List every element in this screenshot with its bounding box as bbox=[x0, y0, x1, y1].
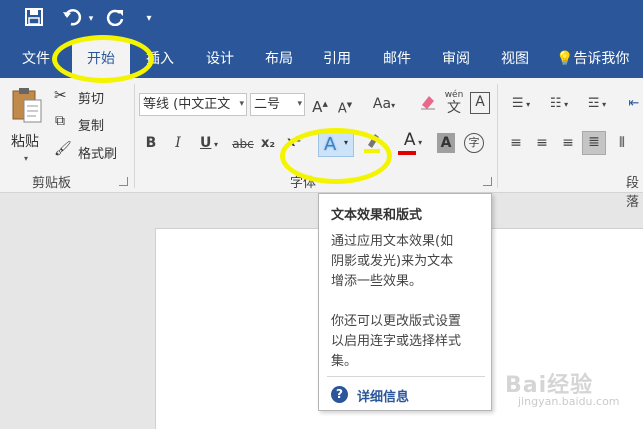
subscript-button[interactable]: x₂ bbox=[258, 134, 278, 154]
quick-access-toolbar: ▾ ▾ bbox=[0, 0, 643, 40]
font-size-select[interactable]: 二号 ▾ bbox=[250, 93, 305, 116]
phonetic-guide-label: wén bbox=[444, 90, 464, 100]
highlight-circle-text-effects bbox=[280, 128, 392, 184]
align-right-button[interactable]: ≡ bbox=[558, 133, 578, 153]
align-left-button[interactable]: ≡ bbox=[506, 133, 526, 153]
shrink-font-icon: A bbox=[337, 101, 347, 117]
underline-button[interactable]: U ▾ bbox=[194, 133, 224, 155]
phonetic-guide-button[interactable]: wén 文 bbox=[443, 90, 465, 116]
tooltip-title: 文本效果和版式 bbox=[331, 208, 423, 223]
font-name-value: 等线 (中文正文 bbox=[143, 97, 231, 112]
paragraph-group-label: 段落 bbox=[626, 176, 640, 210]
clipboard-launcher-icon[interactable] bbox=[119, 177, 128, 186]
tooltip-line: 以启用连字或选择样式 bbox=[331, 334, 462, 349]
paste-label: 粘贴 bbox=[11, 134, 39, 150]
watermark-url: jingyan.baidu.com bbox=[518, 395, 620, 408]
enclose-characters-icon: 字 bbox=[468, 136, 480, 149]
copy-label: 复制 bbox=[78, 119, 105, 134]
tooltip-line: 通过应用文本效果(如 bbox=[331, 234, 454, 249]
brush-icon: 🖌 bbox=[54, 141, 72, 157]
format-painter-button[interactable]: 🖌 格式刷 bbox=[54, 141, 132, 163]
grow-font-icon: A bbox=[312, 98, 323, 116]
cut-label: 剪切 bbox=[78, 92, 105, 107]
cut-button[interactable]: ✂ 剪切 bbox=[54, 86, 124, 108]
font-color-button[interactable]: A ▾ bbox=[396, 130, 430, 155]
scissors-icon: ✂ bbox=[54, 86, 67, 104]
distributed-button[interactable]: ⦀ bbox=[612, 133, 632, 153]
bullets-button[interactable]: ☰ ▾ bbox=[504, 94, 538, 115]
italic-button[interactable]: I bbox=[170, 133, 186, 153]
font-color-icon: A bbox=[403, 130, 416, 150]
lightbulb-icon: 💡 bbox=[556, 51, 574, 67]
separator bbox=[497, 84, 498, 188]
format-painter-label: 格式刷 bbox=[78, 147, 118, 162]
separator bbox=[134, 84, 135, 188]
tooltip-line: 集。 bbox=[331, 354, 358, 369]
tell-me-text: 告诉我你 bbox=[573, 51, 630, 67]
tab-view[interactable]: 视图 bbox=[489, 40, 541, 78]
align-center-button[interactable]: ≡ bbox=[532, 133, 552, 153]
character-border-button[interactable]: A bbox=[470, 92, 490, 114]
text-effects-tooltip: 文本效果和版式 通过应用文本效果(如 阴影或发光)来为文本 增添一些效果。 你还… bbox=[318, 193, 492, 411]
tooltip-divider bbox=[327, 376, 485, 377]
paste-dropdown-icon[interactable]: ▾ bbox=[24, 154, 28, 163]
customize-icon[interactable]: ▾ bbox=[142, 8, 156, 30]
multilevel-list-button[interactable]: ☲ ▾ bbox=[580, 94, 614, 115]
paste-icon bbox=[12, 88, 42, 123]
clipboard-group-label: 剪贴板 bbox=[32, 176, 72, 191]
justify-button[interactable]: ≣ bbox=[582, 131, 606, 155]
copy-button[interactable]: ⧉ 复制 bbox=[54, 113, 124, 135]
change-case-icon: Aa bbox=[372, 96, 392, 112]
more-info-link[interactable]: 详细信息 bbox=[357, 386, 409, 405]
tooltip-line: 增添一些效果。 bbox=[331, 274, 423, 289]
font-color-bar bbox=[398, 151, 416, 155]
font-size-value: 二号 bbox=[254, 97, 281, 112]
underline-icon: U bbox=[200, 135, 212, 151]
tab-mailings[interactable]: 邮件 bbox=[371, 40, 423, 78]
font-launcher-icon[interactable] bbox=[483, 177, 492, 186]
tab-references[interactable]: 引用 bbox=[311, 40, 363, 78]
chevron-down-icon: ▾ bbox=[239, 99, 244, 109]
decrease-indent-button[interactable]: ⇤ bbox=[625, 94, 643, 114]
save-icon[interactable] bbox=[22, 8, 46, 30]
copy-icon: ⧉ bbox=[55, 113, 65, 129]
character-shading-icon: A bbox=[440, 135, 452, 151]
character-border-icon: A bbox=[475, 94, 485, 110]
clear-formatting-icon[interactable] bbox=[418, 93, 438, 117]
strikethrough-button[interactable]: abc bbox=[230, 134, 256, 154]
redo-icon[interactable] bbox=[104, 8, 128, 30]
font-name-select[interactable]: 等线 (中文正文 ▾ bbox=[139, 93, 247, 116]
tab-design[interactable]: 设计 bbox=[194, 40, 246, 78]
numbering-button[interactable]: ☷ ▾ bbox=[542, 94, 576, 115]
tab-layout[interactable]: 布局 bbox=[253, 40, 305, 78]
highlight-circle-home-tab bbox=[52, 35, 154, 83]
enclose-characters-button[interactable]: 字 bbox=[464, 133, 484, 153]
change-case-button[interactable]: Aa▾ bbox=[369, 94, 399, 116]
character-shading-button[interactable]: A bbox=[437, 133, 455, 153]
tab-review[interactable]: 审阅 bbox=[430, 40, 482, 78]
undo-icon[interactable] bbox=[60, 8, 86, 30]
bold-button[interactable]: B bbox=[143, 133, 159, 153]
tooltip-line: 你还可以更改版式设置 bbox=[331, 314, 462, 329]
chevron-down-icon: ▾ bbox=[297, 99, 302, 109]
help-icon[interactable]: ? bbox=[331, 386, 348, 403]
shrink-font-button[interactable]: A▼ bbox=[336, 95, 354, 119]
tell-me-box[interactable]: 💡告诉我你 bbox=[556, 40, 643, 78]
grow-font-button[interactable]: A▲ bbox=[311, 94, 329, 117]
paste-button[interactable]: 粘贴 ▾ bbox=[6, 84, 48, 166]
undo-dropdown-icon[interactable]: ▾ bbox=[86, 8, 96, 30]
tooltip-line: 阴影或发光)来为文本 bbox=[331, 254, 454, 269]
